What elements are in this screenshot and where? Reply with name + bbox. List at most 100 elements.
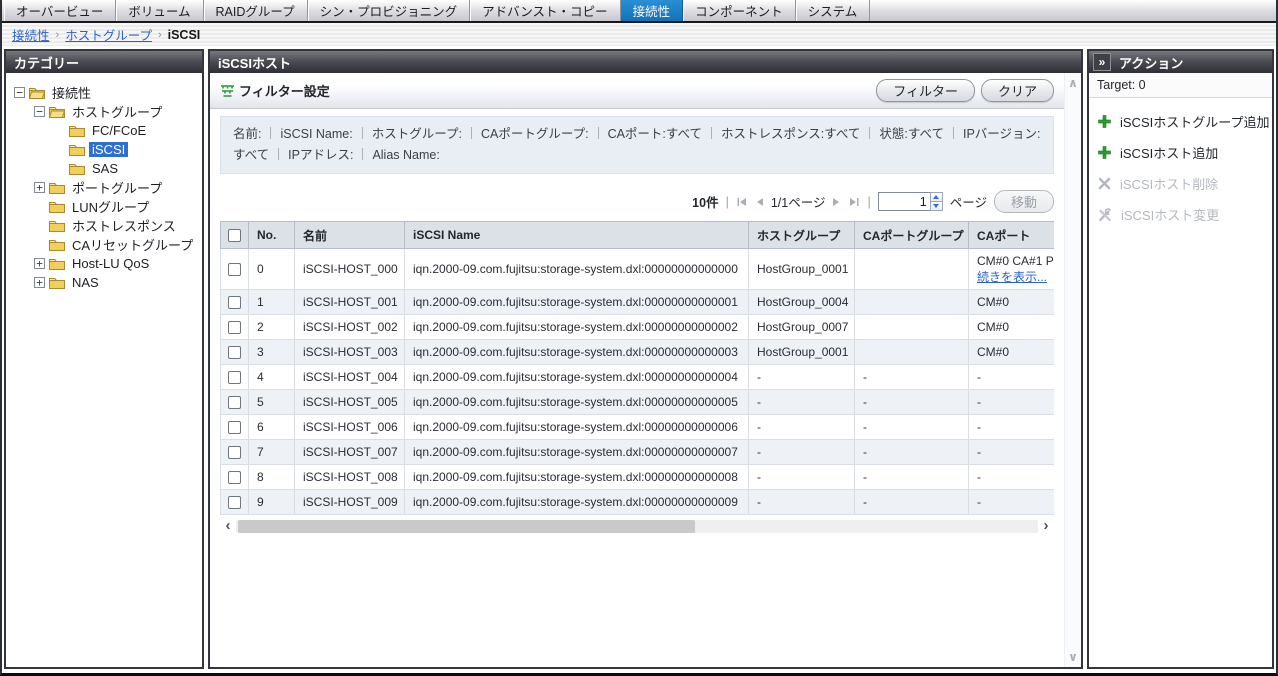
tree-item-label: FC/FCoE [89,123,149,138]
action-iSCSIホスト削除: iSCSIホスト削除 [1089,168,1272,199]
clear-button[interactable]: クリア [981,79,1054,102]
page-up-icon[interactable] [930,192,943,202]
plus-icon [1098,146,1111,159]
row-checkbox[interactable] [228,263,241,276]
filter-band: フィルター設定 フィルター クリア [210,73,1064,109]
main-body: フィルター設定 フィルター クリア 名前:iSCSI Name:ホストグループ:… [210,73,1081,667]
page-label: ページ [950,192,987,211]
tree-item-接続性[interactable]: − 接続性 [10,83,198,102]
tree-item-SAS[interactable]: SAS [10,159,198,178]
tab-コンポーネント[interactable]: コンポーネント [683,0,796,21]
breadcrumb: 接続性›ホストグループ›iSCSI [2,23,1276,46]
tree-item-Host-LU QoS[interactable]: + Host-LU QoS [10,254,198,273]
row-select-cell [221,365,249,390]
scroll-down-icon[interactable]: ∨ [1068,652,1078,662]
expand-node-icon[interactable]: + [34,258,45,269]
cell-name: iSCSI-HOST_007 [295,440,405,465]
tree-item-LUNグループ[interactable]: LUNグループ [10,197,198,216]
row-checkbox[interactable] [228,296,241,309]
tree-item-label: ポートグループ [69,178,165,197]
go-button[interactable]: 移動 [994,190,1054,213]
collapse-node-icon[interactable]: − [14,87,25,98]
tab-シン・プロビジョニング[interactable]: シン・プロビジョニング [308,0,471,21]
filter-button[interactable]: フィルター [876,79,975,102]
last-page-icon[interactable] [848,197,860,207]
row-checkbox[interactable] [228,346,241,359]
tree-item-label: iSCSI [89,142,128,157]
row-checkbox[interactable] [228,321,241,334]
table-row: 7iSCSI-HOST_007iqn.2000-09.com.fujitsu:s… [221,440,1055,465]
tree-item-label: Host-LU QoS [69,256,152,271]
tree-item-NAS[interactable]: +NAS [10,273,198,292]
next-page-icon[interactable] [832,197,841,207]
row-select-cell [221,465,249,490]
tree-item-ホストグループ[interactable]: −ホストグループ [10,102,198,121]
row-checkbox[interactable] [228,471,241,484]
cell-ca-port-group: - [855,390,969,415]
vertical-scrollbar[interactable]: ∧ ∨ [1064,73,1081,667]
tree-item-ポートグループ[interactable]: + ポートグループ [10,178,198,197]
show-more-link[interactable]: 続きを表示... [977,270,1047,284]
breadcrumb-link[interactable]: ホストグループ [65,25,152,44]
column-header-名前: 名前 [295,222,405,249]
expand-node-icon[interactable]: + [34,277,45,288]
cell-ca-port: - [969,465,1055,490]
cell-iscsi-name: iqn.2000-09.com.fujitsu:storage-system.d… [405,490,749,515]
application-window: オーバービューボリュームRAIDグループシン・プロビジョニングアドバンスト・コピ… [0,0,1278,676]
cell-ca-port: - [969,440,1055,465]
scroll-right-icon[interactable]: › [1038,519,1054,533]
table-row: 3iSCSI-HOST_003iqn.2000-09.com.fujitsu:s… [221,340,1055,365]
tree-item-ホストレスポンス[interactable]: ホストレスポンス [10,216,198,235]
table-row: 9iSCSI-HOST_009iqn.2000-09.com.fujitsu:s… [221,490,1055,515]
row-checkbox[interactable] [228,371,241,384]
row-checkbox[interactable] [228,396,241,409]
page-number-input[interactable] [878,192,930,211]
tab-ボリューム[interactable]: ボリューム [116,0,203,21]
category-panel-title: カテゴリー [6,51,202,73]
folder-open-icon [29,86,45,99]
tree-item-label: 接続性 [49,83,94,102]
tree-item-label: CAリセットグループ [69,235,196,254]
expand-node-icon[interactable]: + [34,182,45,193]
horizontal-scroll-track[interactable] [236,520,1038,533]
tree-item-CAリセットグループ[interactable]: CAリセットグループ [10,235,198,254]
tree-item-iSCSI[interactable]: iSCSI [10,140,198,159]
select-all-checkbox[interactable] [228,229,241,242]
filter-settings-title: フィルター設定 [220,81,330,100]
page-down-icon[interactable] [930,202,943,211]
row-checkbox[interactable] [228,421,241,434]
scroll-up-icon[interactable]: ∧ [1068,78,1078,88]
cell-iscsi-name: iqn.2000-09.com.fujitsu:storage-system.d… [405,465,749,490]
tab-RAIDグループ[interactable]: RAIDグループ [204,0,308,21]
folder-icon [49,200,65,213]
scroll-left-icon[interactable]: ‹ [220,519,236,533]
cell-iscsi-name: iqn.2000-09.com.fujitsu:storage-system.d… [405,315,749,340]
content-area: カテゴリー −接続性−ホストグループFC/FCoEiSCSISAS+ポートグルー… [2,46,1276,673]
breadcrumb-link[interactable]: 接続性 [12,25,50,44]
tab-システム[interactable]: システム [796,0,871,21]
tab-オーバービュー[interactable]: オーバービュー [4,0,116,21]
folder-icon [49,238,65,251]
main-panel: iSCSIホスト [208,49,1083,669]
action-iSCSIホスト追加[interactable]: iSCSIホスト追加 [1089,137,1272,168]
collapse-node-icon[interactable]: − [34,106,45,117]
cell-ca-port-group: - [855,415,969,440]
row-checkbox[interactable] [228,446,241,459]
row-select-cell [221,315,249,340]
cell-ca-port-group: - [855,490,969,515]
collapse-panel-button[interactable]: » [1093,53,1111,71]
horizontal-scroll-thumb[interactable] [238,520,695,533]
tree-item-FC/FCoE[interactable]: FC/FCoE [10,121,198,140]
first-page-icon[interactable] [736,197,748,207]
prev-page-icon[interactable] [755,197,764,207]
filter-field: 名前: [233,127,261,141]
horizontal-scrollbar[interactable]: ‹ › [220,518,1054,534]
row-checkbox[interactable] [228,496,241,509]
ca-port-value: CM#0 CA#1 Po [977,253,1054,269]
tab-アドバンスト・コピー[interactable]: アドバンスト・コピー [470,0,620,21]
tab-接続性[interactable]: 接続性 [621,0,684,21]
cell-ca-port: - [969,490,1055,515]
folder-icon [69,162,85,175]
cell-iscsi-name: iqn.2000-09.com.fujitsu:storage-system.d… [405,340,749,365]
action-iSCSIホストグループ追加[interactable]: iSCSIホストグループ追加 [1089,106,1272,137]
